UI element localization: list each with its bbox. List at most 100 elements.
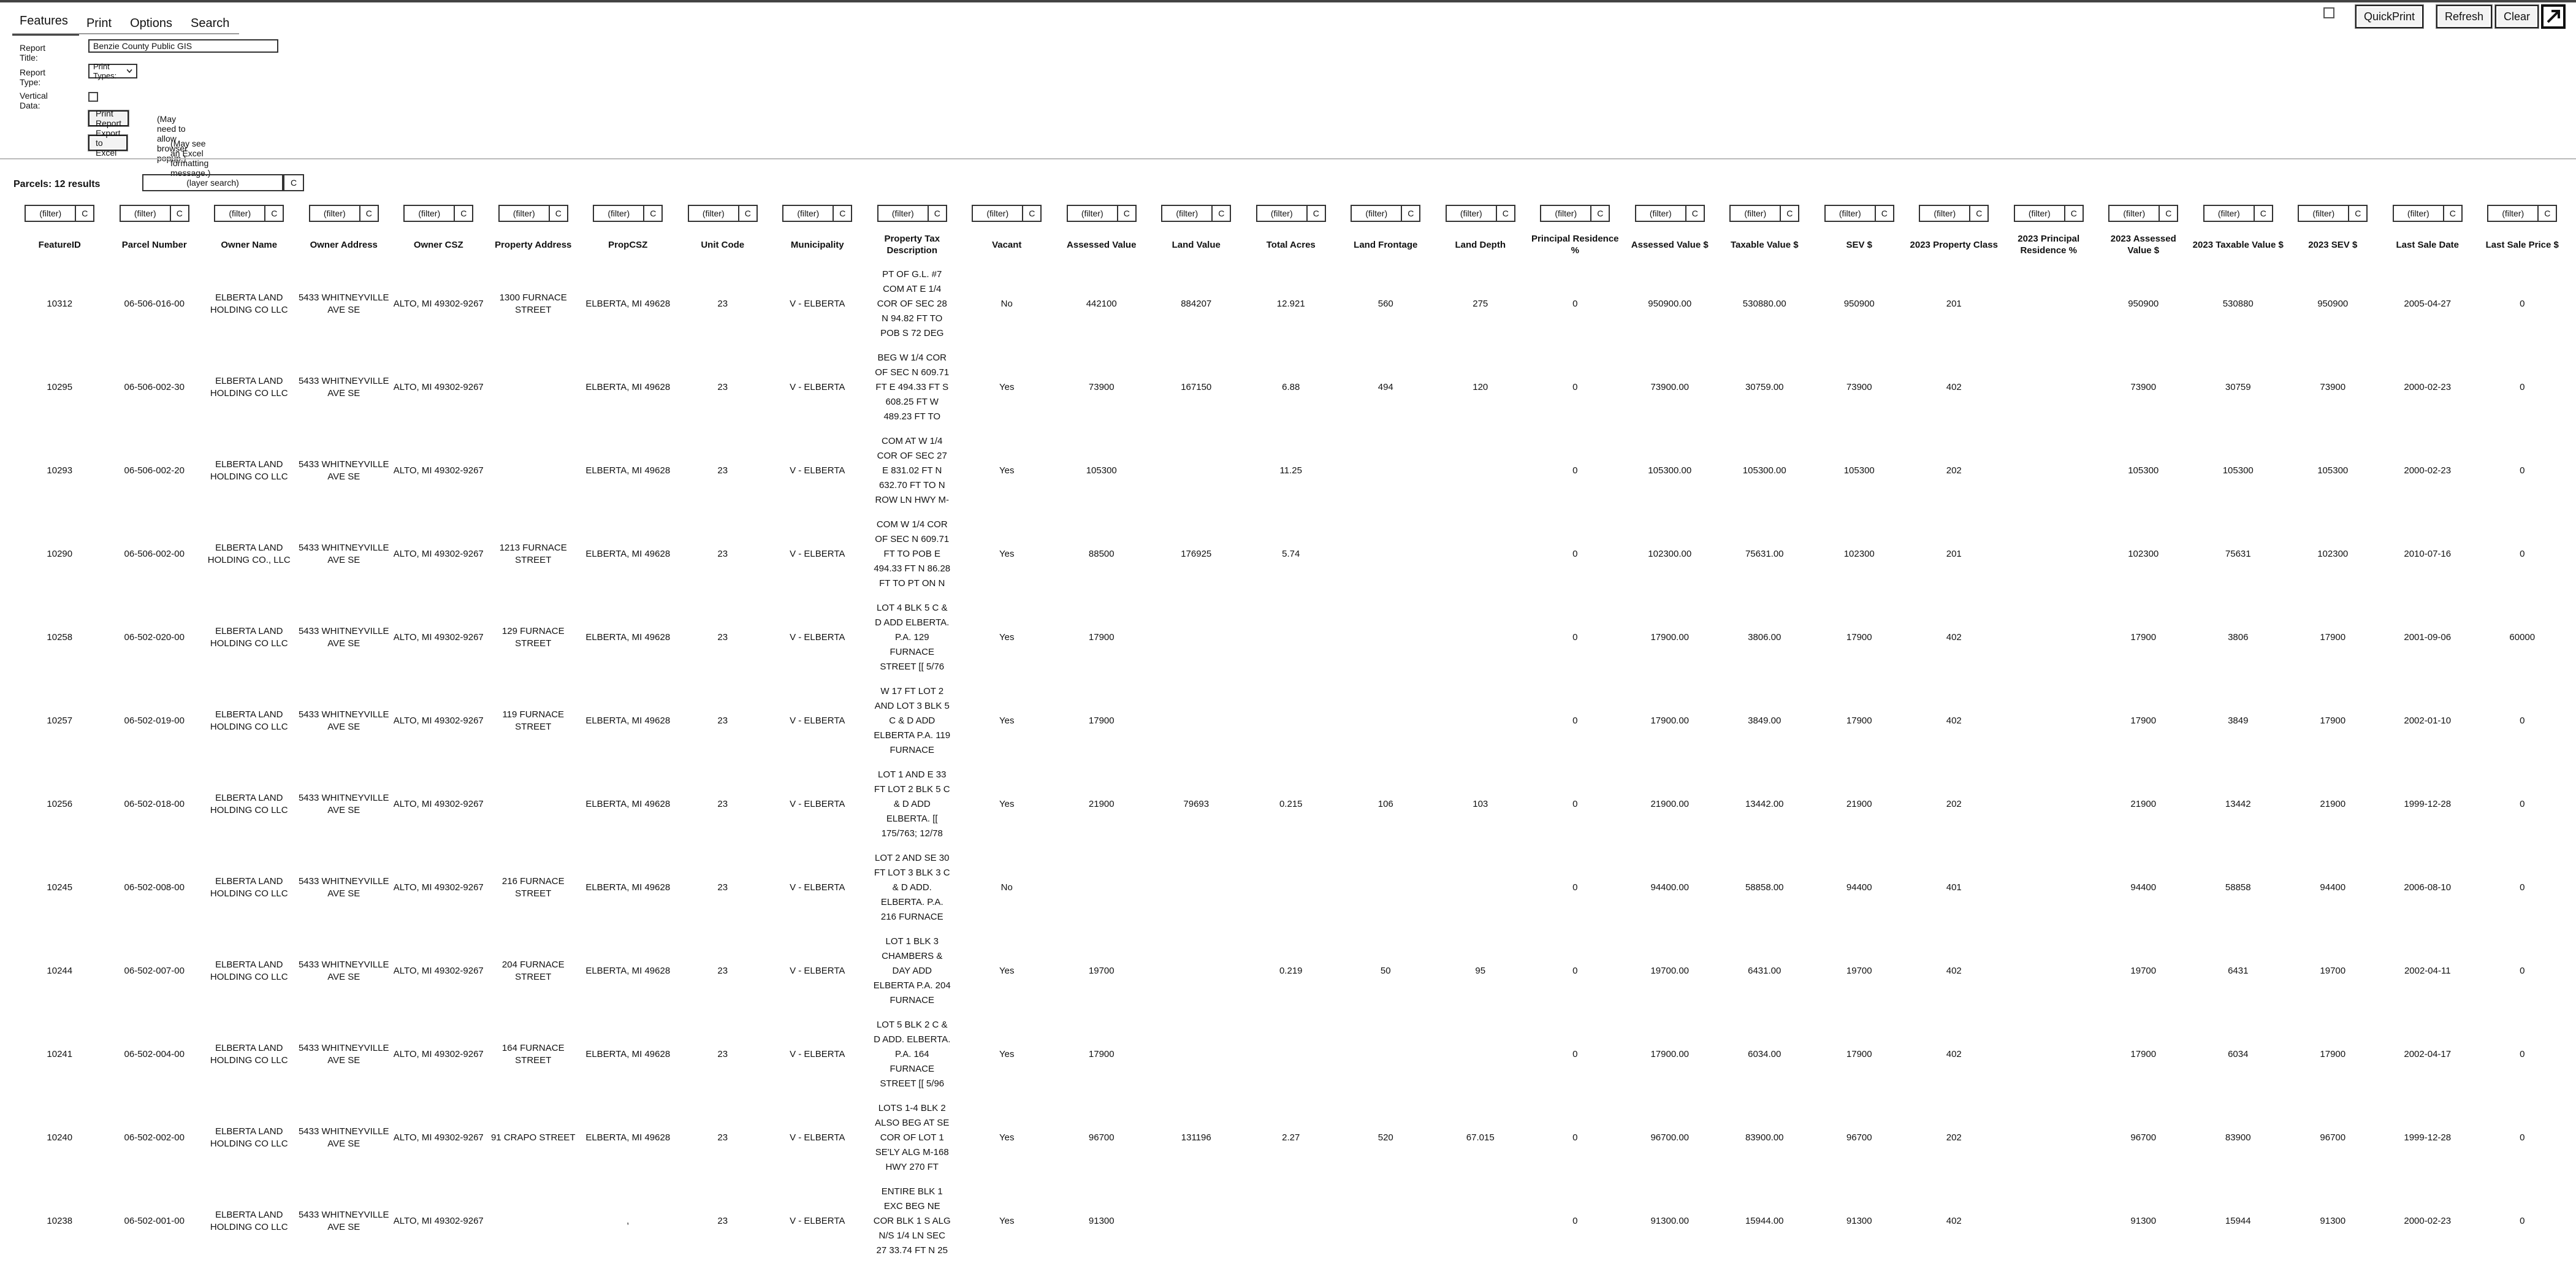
column-filter-input[interactable]: (filter) [972, 205, 1024, 222]
column-filter-clear-button[interactable]: C [1591, 205, 1610, 222]
column-filter-clear-button[interactable]: C [2539, 205, 2558, 222]
table-row[interactable]: 10238 06-502-001-00 ELBERTA LAND HOLDING C… [12, 1180, 2570, 1263]
column-filter-clear-button[interactable]: C [549, 205, 568, 222]
table-row[interactable]: 10257 06-502-019-00 ELBERTA LAND HOLDING C… [12, 679, 2570, 763]
table-row[interactable]: 10241 06-502-004-00 ELBERTA LAND HOLDING C… [12, 1013, 2570, 1096]
column-filter-clear-button[interactable]: C [1213, 205, 1232, 222]
column-header[interactable]: Owner Address [297, 227, 392, 262]
column-filter-clear-button[interactable]: C [2254, 205, 2273, 222]
column-header[interactable]: FeatureID [12, 227, 107, 262]
pop-out-icon[interactable] [2540, 4, 2566, 29]
column-filter-clear-button[interactable]: C [455, 205, 474, 222]
column-filter-clear-button[interactable]: C [1970, 205, 1989, 222]
table-row[interactable]: 10240 06-502-002-00 ELBERTA LAND HOLDING C… [12, 1096, 2570, 1180]
column-header[interactable]: Owner CSZ [391, 227, 486, 262]
column-filter-clear-button[interactable]: C [1307, 205, 1326, 222]
column-filter-input[interactable]: (filter) [1351, 205, 1403, 222]
column-filter-input[interactable]: (filter) [1634, 205, 1686, 222]
column-filter-input[interactable]: (filter) [25, 205, 77, 222]
column-filter-clear-button[interactable]: C [76, 205, 95, 222]
table-row[interactable]: 10290 06-506-002-00 ELBERTA LAND HOLDING C… [12, 513, 2570, 596]
vertical-data-checkbox[interactable] [88, 92, 98, 102]
layer-search-input[interactable]: (layer search) [142, 174, 283, 191]
column-filter-clear-button[interactable]: C [1496, 205, 1515, 222]
column-header[interactable]: 2023 Taxable Value $ [2191, 227, 2286, 262]
column-filter-clear-button[interactable]: C [928, 205, 947, 222]
table-row[interactable]: 10295 06-506-002-30 ELBERTA LAND HOLDING C… [12, 346, 2570, 429]
column-header[interactable]: Vacant [959, 227, 1054, 262]
column-header[interactable]: 2023 SEV $ [2285, 227, 2380, 262]
column-filter-clear-button[interactable]: C [2349, 205, 2368, 222]
column-header[interactable]: Property Address [486, 227, 581, 262]
quickprint-button[interactable]: QuickPrint [2355, 5, 2424, 28]
column-header[interactable]: Owner Name [202, 227, 297, 262]
column-filter-clear-button[interactable]: C [1118, 205, 1137, 222]
column-header[interactable]: Last Sale Date [2380, 227, 2475, 262]
column-header[interactable]: Property Tax Description [865, 227, 960, 262]
column-filter-clear-button[interactable]: C [170, 205, 189, 222]
column-filter-input[interactable]: (filter) [593, 205, 645, 222]
toolbar-checkbox[interactable] [2323, 7, 2334, 18]
column-filter-input[interactable]: (filter) [2203, 205, 2255, 222]
column-filter-clear-button[interactable]: C [360, 205, 379, 222]
column-filter-clear-button[interactable]: C [2065, 205, 2084, 222]
column-header[interactable]: Land Depth [1433, 227, 1528, 262]
column-filter-clear-button[interactable]: C [265, 205, 284, 222]
column-filter-clear-button[interactable]: C [2160, 205, 2179, 222]
column-filter-clear-button[interactable]: C [1686, 205, 1705, 222]
column-filter-input[interactable]: (filter) [1919, 205, 1971, 222]
column-filter-clear-button[interactable]: C [2444, 205, 2463, 222]
column-header[interactable]: Assessed Value [1054, 227, 1149, 262]
tab-features[interactable]: Features [12, 14, 79, 36]
export-excel-button[interactable]: Export to Excel [88, 128, 128, 158]
column-filter-clear-button[interactable]: C [1402, 205, 1421, 222]
column-header[interactable]: Parcel Number [107, 227, 202, 262]
column-header[interactable]: Total Acres [1244, 227, 1339, 262]
column-filter-input[interactable]: (filter) [2487, 205, 2539, 222]
column-filter-input[interactable]: (filter) [1729, 205, 1781, 222]
column-filter-input[interactable]: (filter) [2013, 205, 2065, 222]
column-filter-clear-button[interactable]: C [644, 205, 663, 222]
column-filter-input[interactable]: (filter) [1256, 205, 1308, 222]
column-header[interactable]: Last Sale Price $ [2475, 227, 2570, 262]
column-header[interactable]: SEV $ [1812, 227, 1907, 262]
column-filter-clear-button[interactable]: C [1781, 205, 1800, 222]
clear-button[interactable]: Clear [2495, 5, 2539, 28]
report-title-input[interactable]: Benzie County Public GIS [88, 39, 278, 53]
column-filter-input[interactable]: (filter) [687, 205, 739, 222]
table-row[interactable]: 10244 06-502-007-00 ELBERTA LAND HOLDING C… [12, 929, 2570, 1013]
column-header[interactable]: Land Frontage [1338, 227, 1433, 262]
column-filter-input[interactable]: (filter) [308, 205, 360, 222]
column-filter-input[interactable]: (filter) [2298, 205, 2350, 222]
column-filter-input[interactable]: (filter) [1161, 205, 1213, 222]
column-filter-input[interactable]: (filter) [214, 205, 266, 222]
column-filter-input[interactable]: (filter) [1445, 205, 1497, 222]
table-row[interactable]: 10312 06-506-016-00 ELBERTA LAND HOLDING C… [12, 262, 2570, 346]
column-filter-input[interactable]: (filter) [498, 205, 550, 222]
column-filter-input[interactable]: (filter) [1540, 205, 1592, 222]
column-header[interactable]: 2023 Property Class [1907, 227, 2002, 262]
column-header[interactable]: Taxable Value $ [1717, 227, 1812, 262]
column-filter-input[interactable]: (filter) [1066, 205, 1118, 222]
column-filter-clear-button[interactable]: C [834, 205, 853, 222]
table-row[interactable]: 10256 06-502-018-00 ELBERTA LAND HOLDING C… [12, 763, 2570, 846]
refresh-button[interactable]: Refresh [2436, 5, 2493, 28]
column-header[interactable]: PropCSZ [581, 227, 676, 262]
column-filter-input[interactable]: (filter) [403, 205, 455, 222]
column-header[interactable]: Unit Code [676, 227, 771, 262]
table-row[interactable]: 10293 06-506-002-20 ELBERTA LAND HOLDING C… [12, 429, 2570, 513]
column-header[interactable]: 2023 Principal Residence % [2002, 227, 2097, 262]
print-report-button[interactable]: Print Report [88, 109, 129, 128]
column-filter-input[interactable]: (filter) [2108, 205, 2160, 222]
column-header[interactable]: Land Value [1149, 227, 1244, 262]
column-filter-input[interactable]: (filter) [119, 205, 171, 222]
column-header[interactable]: Principal Residence % [1528, 227, 1623, 262]
column-filter-clear-button[interactable]: C [739, 205, 758, 222]
layer-search-clear-button[interactable]: C [283, 174, 304, 191]
table-row[interactable]: 10245 06-502-008-00 ELBERTA LAND HOLDING C… [12, 846, 2570, 929]
table-row[interactable]: 10258 06-502-020-00 ELBERTA LAND HOLDING C… [12, 596, 2570, 679]
column-header[interactable]: 2023 Assessed Value $ [2096, 227, 2191, 262]
report-type-select[interactable]: Print Types: [88, 62, 138, 80]
column-filter-input[interactable]: (filter) [1824, 205, 1876, 222]
column-filter-input[interactable]: (filter) [2392, 205, 2444, 222]
